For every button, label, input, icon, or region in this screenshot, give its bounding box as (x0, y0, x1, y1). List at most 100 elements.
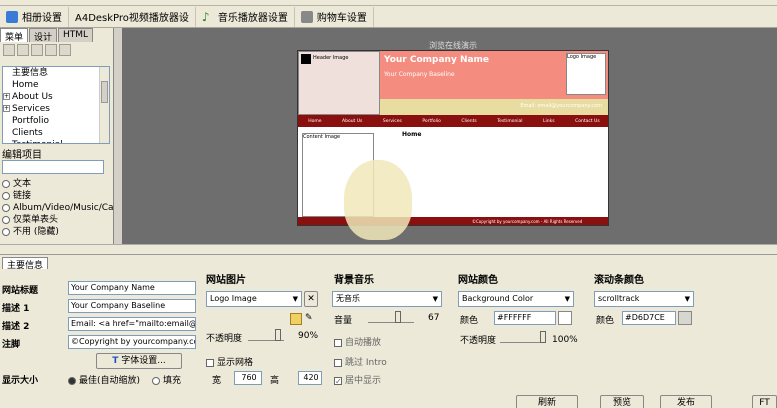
show-grid-label: 显示网格 (217, 358, 254, 368)
site-nav-item[interactable]: Contact Us (575, 119, 600, 124)
preview-button[interactable]: 预览 (600, 395, 644, 408)
panel-splitter[interactable] (114, 28, 122, 244)
expand-icon[interactable]: + (3, 105, 10, 112)
header-image-label: Header Image (313, 55, 349, 61)
tree-item[interactable]: Testimonial (3, 139, 109, 143)
expand-icon[interactable]: + (3, 93, 10, 100)
album-settings-button[interactable]: 相册设置 (0, 6, 69, 27)
add-item-icon[interactable] (3, 44, 15, 56)
autoplay-checkbox[interactable]: 自动播放 (334, 335, 381, 348)
clear-image-button[interactable]: ✕ (304, 291, 318, 307)
pencil-icon[interactable]: ✎ (305, 313, 313, 323)
logo-image-box[interactable]: Logo Image (566, 53, 606, 95)
center-display-checkbox[interactable]: ✓ 居中显示 (334, 373, 381, 386)
desc2-input[interactable]: Email: <a href="mailto:email@yourc (68, 317, 196, 331)
refresh-label: 刷新 (537, 398, 556, 408)
item-type-radio[interactable]: 仅菜单表头 (2, 214, 121, 226)
height-input[interactable]: 420 (298, 371, 322, 385)
item-type-radio[interactable]: Album/Video/Music/Cart (2, 202, 121, 214)
tab-html[interactable]: HTML (58, 28, 94, 42)
ftp-button[interactable]: FT (752, 395, 777, 408)
publish-button[interactable]: 发布 (660, 395, 712, 408)
color-label: 颜色 (460, 316, 479, 326)
color-hex-input[interactable]: #FFFFFF (494, 311, 556, 325)
color-opacity-slider[interactable] (500, 331, 546, 343)
desc1-input[interactable]: Your Company Baseline (68, 299, 196, 313)
album-settings-label: 相册设置 (22, 13, 62, 24)
scrollbar-color-section-title: 滚动条颜色 (594, 275, 644, 286)
company-name-text[interactable]: Your Company Name (384, 55, 489, 65)
corner-marker (301, 54, 311, 64)
color-target-dropdown[interactable]: Background Color ▼ (458, 291, 574, 307)
site-nav-item[interactable]: Clients (461, 119, 476, 124)
tab-design[interactable]: 设计 (29, 28, 58, 43)
site-nav-item[interactable]: About Us (342, 119, 362, 124)
scroll-color-swatch[interactable] (678, 311, 692, 325)
delete-item-icon[interactable] (31, 44, 43, 56)
volume-slider[interactable] (368, 311, 414, 323)
chevron-down-icon: ▼ (684, 295, 690, 303)
item-type-radio[interactable]: 文本 (2, 178, 121, 190)
item-type-radios: 文本 链接 Album/Video/Music/Cart 仅菜单表头 不用 (隐藏) (2, 178, 121, 238)
site-nav-item[interactable]: Portfolio (422, 119, 441, 124)
skip-intro-checkbox[interactable]: 跳过 Intro (334, 355, 387, 368)
radio-label: 仅菜单表头 (13, 215, 59, 225)
tree-item[interactable]: Portfolio (3, 115, 109, 127)
site-nav-item[interactable]: Home (308, 119, 321, 124)
site-nav-item[interactable]: Testimonial (497, 119, 522, 124)
site-navbar: Home About Us Services Portfolio Clients Test… (298, 115, 608, 127)
desc2-label: 描述 2 (2, 322, 30, 332)
preview-hscrollbar[interactable] (0, 244, 777, 254)
cart-settings-button[interactable]: 购物车设置 (295, 6, 374, 27)
autoplay-label: 自动播放 (345, 338, 382, 348)
tree-item[interactable]: 主要信息 (3, 67, 109, 79)
refresh-button[interactable]: 刷新 (516, 395, 578, 408)
move-down-icon[interactable] (59, 44, 71, 56)
font-settings-button[interactable]: T 字体设置... (96, 353, 182, 369)
footer-text: ©Copyright by yourcompany.com - All Righ… (472, 219, 583, 224)
show-grid-checkbox[interactable]: 显示网格 (206, 355, 253, 368)
tab-main-info[interactable]: 主要信息 (2, 257, 49, 271)
skip-intro-label: 跳过 Intro (345, 358, 387, 368)
tree-item[interactable]: Home (3, 79, 109, 91)
images-dropdown[interactable]: Logo Image ▼ (206, 291, 302, 307)
tree-item[interactable]: + About Us (3, 91, 109, 103)
music-settings-button[interactable]: ♪ 音乐播放器设置 (196, 6, 295, 27)
folder-icon[interactable] (290, 313, 302, 325)
add-subitem-icon[interactable] (17, 44, 29, 56)
tree-item[interactable]: Clients (3, 127, 109, 139)
fill-radio[interactable]: 填充 (152, 373, 181, 386)
opacity-slider-knob[interactable] (275, 329, 281, 341)
video-settings-button[interactable]: A4DeskPro视频播放器设 (69, 6, 196, 27)
opacity-slider[interactable] (248, 329, 284, 341)
edit-item-input[interactable] (2, 160, 104, 174)
site-nav-item[interactable]: Services (383, 119, 402, 124)
music-dropdown-value: 无音乐 (336, 294, 360, 303)
scroll-color-hex-input[interactable]: #D6D7CE (622, 311, 676, 325)
tree-item[interactable]: + Services (3, 103, 109, 115)
best-fit-radio[interactable]: 最佳(自动缩放) (68, 373, 140, 386)
volume-slider-knob[interactable] (395, 311, 401, 323)
scrollbar-color-dropdown[interactable]: scrolltrack ▼ (594, 291, 694, 307)
color-opacity-label: 不透明度 (460, 336, 497, 346)
site-title-input[interactable]: Your Company Name (68, 281, 196, 295)
header-image-box[interactable]: Header Image (298, 51, 380, 115)
item-type-radio[interactable]: 链接 (2, 190, 121, 202)
radio-dot (2, 191, 10, 200)
music-dropdown[interactable]: 无音乐 ▼ (332, 291, 442, 307)
color-swatch[interactable] (558, 311, 572, 325)
publish-label: 发布 (676, 398, 695, 408)
tree-line-icon (3, 117, 10, 124)
item-type-radio[interactable]: 不用 (隐藏) (2, 226, 121, 238)
site-nav-item[interactable]: Links (543, 119, 555, 124)
font-icon: T (112, 356, 119, 366)
move-up-icon[interactable] (45, 44, 57, 56)
tab-menu[interactable]: 菜单 (0, 28, 29, 43)
color-opacity-slider-knob[interactable] (540, 331, 546, 343)
company-baseline-text[interactable]: Your Company Baseline (384, 71, 455, 78)
content-image-label: Content Image (303, 134, 341, 140)
footer-input[interactable]: ©Copyright by yourcompany.com . (68, 335, 196, 349)
menu-tree[interactable]: 主要信息 Home + About Us + Services Portfolio Clien… (2, 66, 110, 144)
width-input[interactable]: 760 (234, 371, 262, 385)
tree-scrollbar[interactable] (99, 67, 109, 143)
